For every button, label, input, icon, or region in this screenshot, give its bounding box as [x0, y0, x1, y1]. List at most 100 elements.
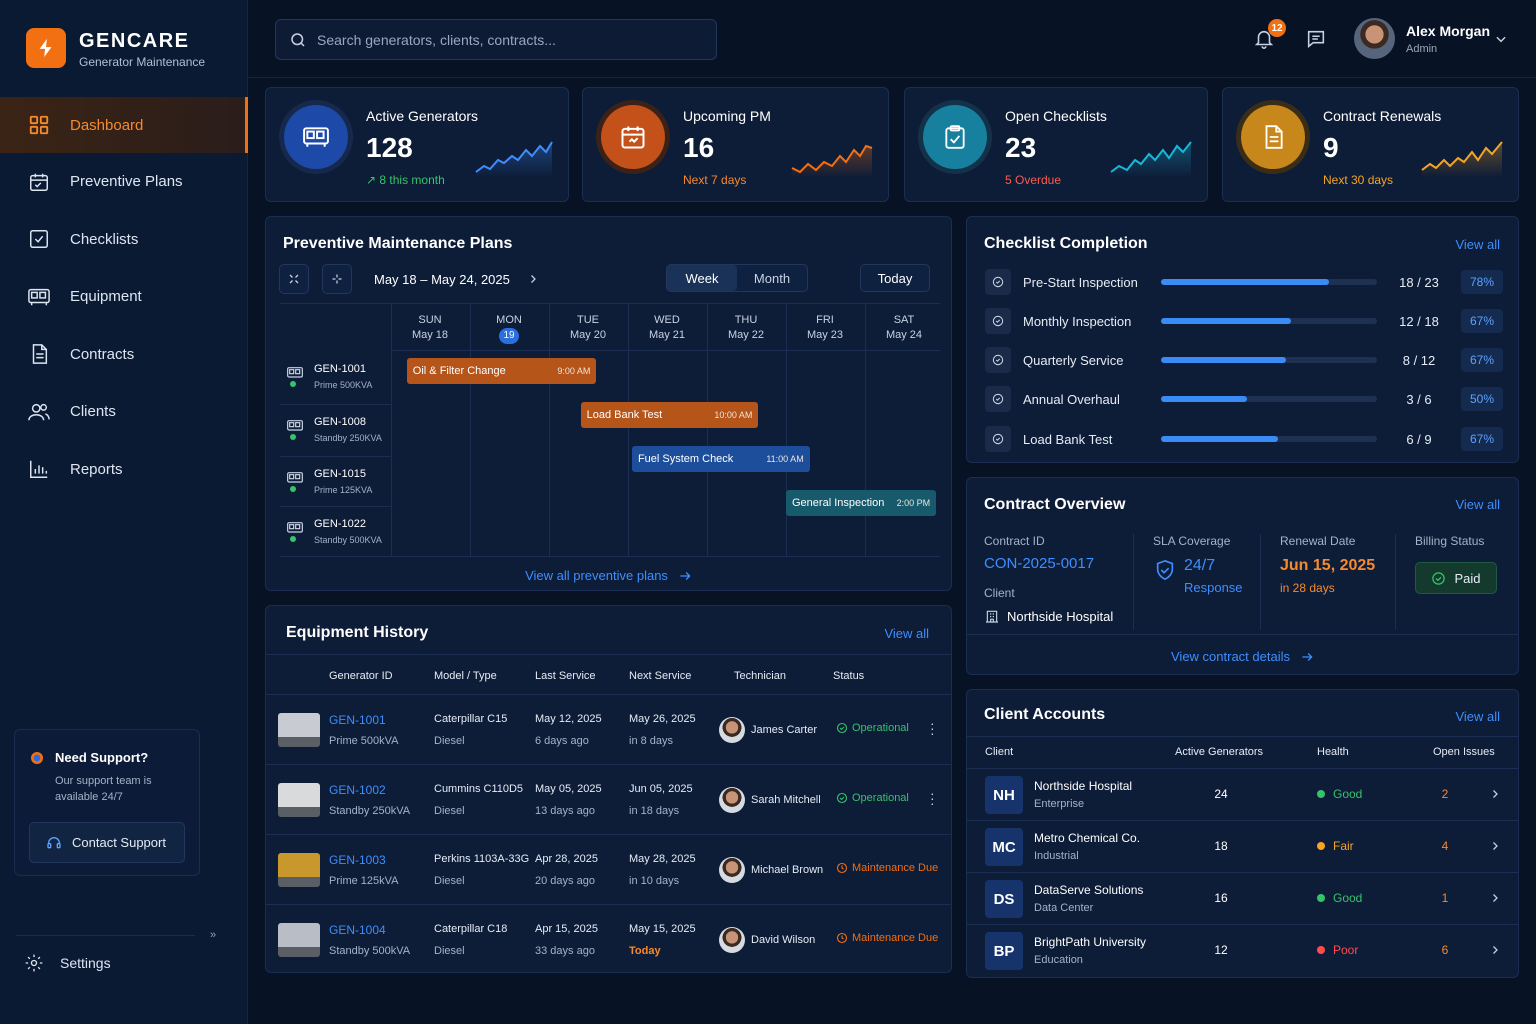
tab-week[interactable]: Week: [667, 265, 737, 291]
contract-id-link[interactable]: CON-2025-0017: [984, 555, 1094, 572]
table-row[interactable]: MC Metro Chemical Co. Industrial 18 Fair 4: [967, 820, 1519, 872]
table-row[interactable]: GEN-1004 Standby 500kVA Caterpillar C18 Die…: [266, 904, 952, 974]
divider: [967, 634, 1518, 635]
client-type: Education: [1034, 954, 1083, 966]
view-all-link[interactable]: View all: [884, 626, 929, 641]
sidebar-item-contracts[interactable]: Contracts: [0, 326, 248, 384]
pm-task-bar[interactable]: Load Bank Test 10:00 AM: [580, 402, 759, 428]
calendar-generator-row[interactable]: GEN-1015 Prime 125KVA: [280, 456, 392, 506]
checklist-gear-icon: [985, 269, 1011, 295]
sidebar-item-settings[interactable]: Settings: [24, 953, 111, 973]
search-input[interactable]: [317, 31, 697, 48]
day-header[interactable]: MON 19: [470, 313, 548, 344]
chevron-right-icon[interactable]: [1489, 787, 1501, 801]
day-of-week: SUN: [418, 314, 442, 326]
sidebar-item-reports[interactable]: Reports: [0, 441, 248, 499]
generator-id-link[interactable]: GEN-1002: [329, 783, 386, 797]
table-row[interactable]: GEN-1002 Standby 250kVA Cummins C110D5 Dies…: [266, 764, 952, 834]
chevron-right-icon[interactable]: [1489, 839, 1501, 853]
view-all-link[interactable]: View all: [1455, 237, 1500, 252]
sidebar-item-dashboard[interactable]: Dashboard: [0, 97, 248, 153]
more-options-icon[interactable]: · · ·: [930, 716, 935, 740]
checklist-row[interactable]: Annual Overhaul 3 / 6 50%: [985, 385, 1505, 413]
kpi-card-active-generators[interactable]: Active Generators 128 ↗ 8 this month: [265, 87, 569, 202]
chevron-right-icon[interactable]: [1489, 943, 1501, 957]
checklist-row[interactable]: Quarterly Service 8 / 12 67%: [985, 346, 1505, 374]
lightning-icon[interactable]: [26, 28, 66, 68]
calendar-generator-row[interactable]: GEN-1008 Standby 250KVA: [280, 404, 392, 454]
support-chat-icon: [29, 750, 45, 766]
table-row[interactable]: GEN-1001 Prime 500kVA Caterpillar C15 Diese…: [266, 694, 952, 764]
renewal-label: Renewal Date: [1280, 534, 1356, 548]
table-row[interactable]: BP BrightPath University Education 12 Poor 6: [967, 924, 1519, 976]
view-all-preventive-plans-link[interactable]: View all preventive plans: [266, 568, 951, 583]
checklist-row[interactable]: Load Bank Test 6 / 9 67%: [985, 425, 1505, 453]
pm-task-bar[interactable]: Oil & Filter Change 9:00 AM: [406, 358, 597, 384]
sla-label: SLA Coverage: [1153, 534, 1231, 548]
expand-icon[interactable]: [279, 264, 309, 294]
view-all-link[interactable]: View all: [1455, 497, 1500, 512]
kpi-subtext: Next 7 days: [683, 173, 747, 187]
more-options-icon[interactable]: · · ·: [930, 786, 935, 810]
clock-icon: [836, 862, 852, 874]
grid-line: [280, 404, 392, 405]
chevron-right-icon[interactable]: [1489, 891, 1501, 905]
status-label: Operational: [852, 722, 909, 734]
view-contract-details-link[interactable]: View contract details: [967, 649, 1518, 664]
sidebar-item-checklists[interactable]: Checklists: [0, 211, 248, 269]
kpi-card-upcoming-pm[interactable]: Upcoming PM 16 Next 7 days: [582, 87, 889, 202]
kpi-card-contract-renewals[interactable]: Contract Renewals 9 Next 30 days: [1222, 87, 1519, 202]
day-header[interactable]: THU May 22: [707, 313, 785, 343]
generator-id-link[interactable]: GEN-1001: [329, 713, 386, 727]
day-header[interactable]: TUE May 20: [549, 313, 627, 343]
chevron-right-icon[interactable]: [527, 272, 539, 286]
generator-id-link[interactable]: GEN-1003: [329, 853, 386, 867]
generator-id-link[interactable]: GEN-1004: [329, 923, 386, 937]
checklist-row[interactable]: Pre-Start Inspection 18 / 23 78%: [985, 268, 1505, 296]
checklist-count: 3 / 6: [1406, 391, 1432, 407]
day-header[interactable]: FRI May 23: [786, 313, 864, 343]
technician: David Wilson: [719, 927, 815, 953]
view-all-link[interactable]: View all: [1455, 709, 1500, 724]
sidebar: GENCARE Generator Maintenance Dashboard …: [0, 0, 248, 1024]
grid-line: [280, 556, 940, 557]
sidebar-item-clients[interactable]: Clients: [0, 383, 248, 441]
day-header[interactable]: SUN May 18: [391, 313, 469, 343]
table-row[interactable]: NH Northside Hospital Enterprise 24 Good 2: [967, 768, 1519, 820]
kpi-card-open-checklists[interactable]: Open Checklists 23 5 Overdue: [904, 87, 1208, 202]
table-row[interactable]: DS DataServe Solutions Data Center 16 Good 1: [967, 872, 1519, 924]
contact-support-button[interactable]: Contact Support: [29, 822, 185, 863]
calendar-generator-row[interactable]: GEN-1022 Standby 500KVA: [280, 506, 392, 556]
search-box[interactable]: [275, 19, 717, 60]
sidebar-item-equipment[interactable]: Equipment: [0, 268, 248, 326]
contract-client: Northside Hospital: [984, 608, 1113, 624]
pm-task-bar[interactable]: General Inspection 2:00 PM: [786, 490, 937, 516]
checklist-row[interactable]: Monthly Inspection 12 / 18 67%: [985, 307, 1505, 335]
today-button[interactable]: Today: [860, 264, 930, 292]
chevron-down-icon[interactable]: [1494, 32, 1508, 46]
sparkline-chart: [475, 141, 553, 178]
technician-name: Michael Brown: [751, 864, 824, 876]
generator-icon: [286, 470, 304, 486]
checklist-completion-card: Checklist Completion View all Pre-Start …: [966, 216, 1519, 463]
message-icon[interactable]: [1305, 28, 1327, 50]
table-row[interactable]: GEN-1003 Prime 125kVA Perkins 1103A-33G Die…: [266, 834, 952, 904]
health-status: Fair: [1317, 839, 1354, 853]
day-header[interactable]: WED May 21: [628, 313, 706, 343]
column-header: Health: [1317, 746, 1349, 758]
day-header[interactable]: SAT May 24: [865, 313, 943, 343]
crosshair-icon[interactable]: [322, 264, 352, 294]
sidebar-item-preventive-plans[interactable]: Preventive Plans: [0, 153, 248, 211]
calendar-generator-row[interactable]: GEN-1001 Prime 500KVA: [280, 351, 392, 401]
percent-badge: 67%: [1461, 309, 1503, 333]
link-label: View contract details: [1171, 649, 1290, 664]
trend-up-icon: ↗: [366, 173, 377, 187]
pm-task-bar[interactable]: Fuel System Check 11:00 AM: [631, 446, 810, 472]
status-label: Maintenance Due: [852, 862, 939, 874]
generator-id: GEN-1008: [314, 416, 366, 428]
progress-fill: [1161, 396, 1248, 402]
tab-month[interactable]: Month: [737, 265, 807, 291]
generator-icon: [286, 418, 304, 434]
collapse-sidebar-icon[interactable]: »: [210, 929, 216, 941]
avatar[interactable]: [1354, 18, 1395, 59]
